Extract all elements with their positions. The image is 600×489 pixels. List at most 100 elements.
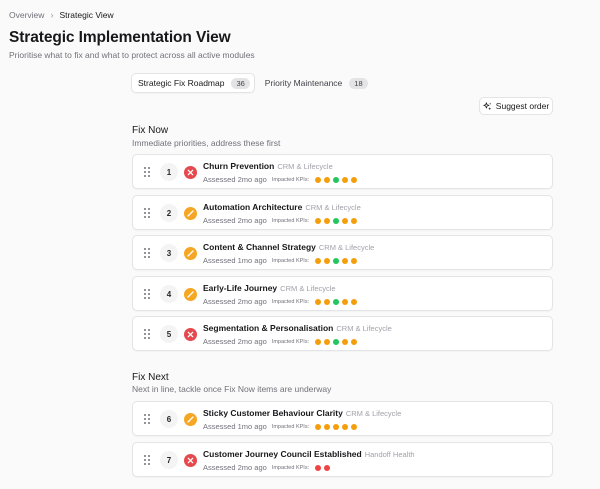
kpi-status-dot xyxy=(351,423,358,430)
slash-circle-icon xyxy=(184,288,197,301)
kpi-status-dot xyxy=(333,217,340,224)
drag-handle-icon[interactable] xyxy=(144,248,150,258)
x-circle-icon xyxy=(184,166,197,179)
item-category: Handoff Health xyxy=(364,450,415,459)
tab-count-badge: 18 xyxy=(349,77,368,89)
roadmap-item[interactable]: 3 Content & Channel Strategy CRM & Lifecyc… xyxy=(132,235,553,270)
kpi-status-dot xyxy=(315,338,322,345)
kpi-status-dot xyxy=(342,257,349,264)
rank-badge: 2 xyxy=(160,204,178,222)
assessed-time: Assessed 2mo ago xyxy=(203,175,267,184)
kpi-status-dot xyxy=(333,176,340,183)
assessed-time: Assessed 1mo ago xyxy=(203,422,267,431)
breadcrumb-current: Strategic View xyxy=(59,10,114,20)
item-category: CRM & Lifecycle xyxy=(318,243,375,252)
item-meta: Assessed 2mo ago Impacted KPIs: xyxy=(203,463,331,472)
roadmap-item[interactable]: 4 Early-Life Journey CRM & Lifecycle Assess… xyxy=(132,276,553,311)
assessed-time: Assessed 2mo ago xyxy=(203,297,267,306)
kpi-status-dot xyxy=(351,176,358,183)
kpi-status-dot xyxy=(342,217,349,224)
kpi-status-dot xyxy=(333,423,340,430)
item-title: Customer Journey Council Established Hand… xyxy=(203,449,415,459)
rank-badge: 4 xyxy=(160,285,178,303)
item-name: Automation Architecture xyxy=(203,202,303,212)
kpi-label: Impacted KPIs: xyxy=(271,298,310,305)
kpi-status-dot xyxy=(351,298,358,305)
section-title: Fix Next xyxy=(132,372,169,383)
rank-badge: 7 xyxy=(160,451,178,469)
breadcrumb: Overview › Strategic View xyxy=(9,10,114,20)
item-meta: Assessed 1mo ago Impacted KPIs: xyxy=(203,256,358,265)
tab-label: Priority Maintenance xyxy=(264,78,343,88)
rank-badge: 5 xyxy=(160,325,178,343)
slash-circle-icon xyxy=(184,207,197,220)
x-circle-icon xyxy=(184,454,197,467)
x-circle-icon xyxy=(184,328,197,341)
roadmap-item[interactable]: 2 Automation Architecture CRM & Lifecycle A… xyxy=(132,195,553,230)
roadmap-item[interactable]: 6 Sticky Customer Behaviour Clarity CRM & … xyxy=(132,401,553,436)
kpi-label: Impacted KPIs: xyxy=(271,176,310,183)
item-title: Churn Prevention CRM & Lifecycle xyxy=(203,161,333,171)
item-name: Content & Channel Strategy xyxy=(203,242,316,252)
roadmap-item[interactable]: 7 Customer Journey Council Established Han… xyxy=(132,442,553,477)
item-name: Segmentation & Personalisation xyxy=(203,323,334,333)
drag-handle-icon[interactable] xyxy=(144,289,150,299)
kpi-status-dot xyxy=(351,217,358,224)
kpi-status-dot xyxy=(324,298,331,305)
slash-circle-icon xyxy=(184,413,197,426)
kpi-status-dot xyxy=(333,257,340,264)
roadmap-item[interactable]: 5 Segmentation & Personalisation CRM & Lif… xyxy=(132,316,553,351)
kpi-status-dot xyxy=(342,338,349,345)
item-title: Early-Life Journey CRM & Lifecycle xyxy=(203,283,336,293)
kpi-status-dot xyxy=(324,217,331,224)
item-category: CRM & Lifecycle xyxy=(305,203,361,212)
kpi-label: Impacted KPIs: xyxy=(271,257,310,264)
slash-circle-icon xyxy=(184,247,197,260)
item-meta: Assessed 1mo ago Impacted KPIs: xyxy=(203,422,358,431)
roadmap-item[interactable]: 1 Churn Prevention CRM & Lifecycle Assessed… xyxy=(132,154,553,189)
tab-label: Strategic Fix Roadmap xyxy=(138,78,225,88)
item-meta: Assessed 2mo ago Impacted KPIs: xyxy=(203,175,358,184)
section-description: Next in line, tackle once Fix Now items … xyxy=(132,384,332,394)
kpi-status-dot xyxy=(315,298,322,305)
kpi-status-dot xyxy=(333,338,340,345)
kpi-status-dot xyxy=(342,423,349,430)
suggest-order-label: Suggest order xyxy=(495,101,550,111)
sparkles-icon xyxy=(483,101,492,110)
kpi-status-dot xyxy=(342,298,349,305)
item-category: CRM & Lifecycle xyxy=(280,284,336,293)
section-title: Fix Now xyxy=(132,125,169,136)
drag-handle-icon[interactable] xyxy=(144,329,150,339)
item-name: Early-Life Journey xyxy=(203,283,278,293)
item-meta: Assessed 2mo ago Impacted KPIs: xyxy=(203,337,358,346)
item-title: Automation Architecture CRM & Lifecycle xyxy=(203,202,361,212)
kpi-status-dot xyxy=(315,423,322,430)
suggest-order-button[interactable]: Suggest order xyxy=(479,97,553,115)
kpi-status-dot xyxy=(324,464,331,471)
kpi-status-dot xyxy=(351,257,358,264)
rank-badge: 1 xyxy=(160,163,178,181)
drag-handle-icon[interactable] xyxy=(144,455,150,465)
kpi-status-dot xyxy=(324,257,331,264)
page-title: Strategic Implementation View xyxy=(9,29,231,46)
kpi-status-dot xyxy=(324,423,331,430)
item-title: Content & Channel Strategy CRM & Lifecycl… xyxy=(203,242,374,252)
item-category: CRM & Lifecycle xyxy=(345,409,402,418)
kpi-status-dot xyxy=(315,217,322,224)
item-meta: Assessed 2mo ago Impacted KPIs: xyxy=(203,216,358,225)
tab-count-badge: 36 xyxy=(231,77,250,89)
kpi-status-dot xyxy=(324,176,331,183)
kpi-label: Impacted KPIs: xyxy=(271,423,310,430)
item-meta: Assessed 2mo ago Impacted KPIs: xyxy=(203,297,358,306)
kpi-status-dot xyxy=(333,298,340,305)
tab-priority-maintenance[interactable]: Priority Maintenance 18 xyxy=(259,73,372,93)
item-name: Churn Prevention xyxy=(203,161,275,171)
kpi-status-dot xyxy=(324,338,331,345)
breadcrumb-overview-link[interactable]: Overview xyxy=(9,10,44,20)
drag-handle-icon[interactable] xyxy=(144,414,150,424)
kpi-status-dot xyxy=(315,176,322,183)
drag-handle-icon[interactable] xyxy=(144,208,150,218)
tab-strategic-fix-roadmap[interactable]: Strategic Fix Roadmap 36 xyxy=(131,73,255,93)
assessed-time: Assessed 2mo ago xyxy=(203,337,267,346)
drag-handle-icon[interactable] xyxy=(144,167,150,177)
